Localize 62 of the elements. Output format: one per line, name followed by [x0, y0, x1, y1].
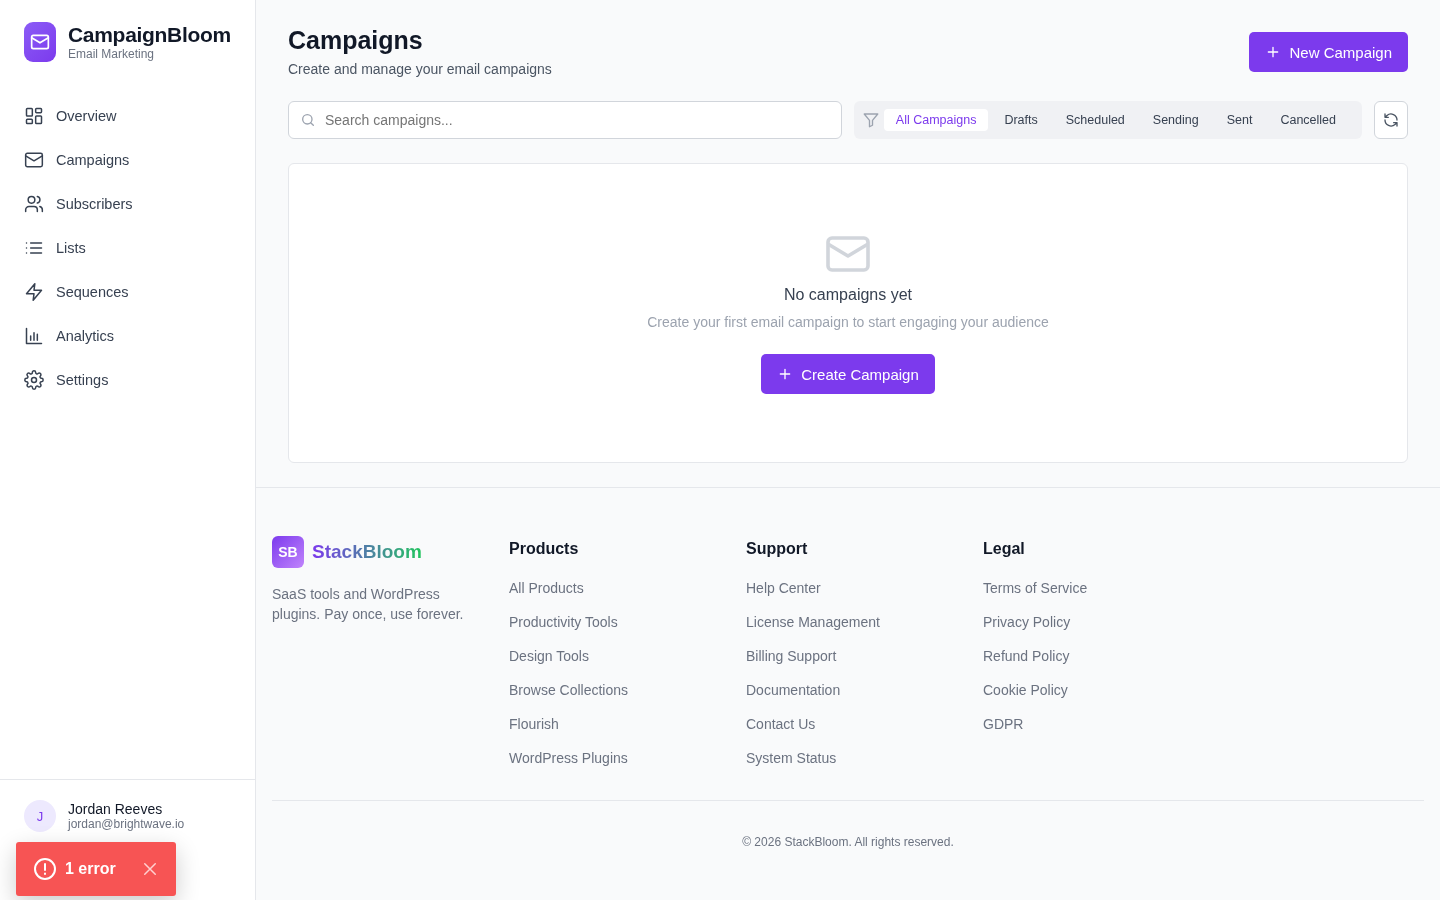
sidebar-item[interactable]: Subscribers: [24, 182, 231, 226]
sidebar-item[interactable]: Lists: [24, 226, 231, 270]
sidebar-item[interactable]: Settings: [24, 358, 231, 402]
footer-link[interactable]: WordPress Plugins: [509, 750, 746, 766]
refresh-icon: [1383, 112, 1399, 128]
footer-link[interactable]: Design Tools: [509, 648, 746, 664]
brand-tagline: Email Marketing: [68, 47, 156, 61]
footer-link[interactable]: System Status: [746, 750, 983, 766]
refresh-button[interactable]: [1374, 101, 1408, 139]
mail-logo-icon: [24, 22, 56, 62]
envelope-icon: [24, 150, 44, 170]
grid-icon: [24, 106, 44, 126]
lightning-icon: [24, 282, 44, 302]
footer-description: SaaS tools and WordPress plugins. Pay once, use forever.: [272, 585, 465, 624]
filter-tab[interactable]: Drafts: [992, 109, 1050, 131]
filter-tab[interactable]: Scheduled: [1053, 109, 1137, 131]
footer-link[interactable]: Flourish: [509, 716, 746, 732]
page-title: Campaigns: [288, 26, 424, 55]
filter-tab[interactable]: Sent: [1214, 109, 1265, 131]
logo-mark: SB: [272, 536, 304, 568]
footer-link[interactable]: Privacy Policy: [983, 614, 1220, 630]
users-icon: [24, 194, 44, 214]
user-email: jordan@brightwave.io: [68, 817, 185, 831]
filter-tab[interactable]: Cancelled: [1268, 109, 1348, 131]
footer-heading: Products: [509, 540, 580, 558]
new-campaign-button[interactable]: New Campaign: [1249, 32, 1408, 72]
footer-link[interactable]: Terms of Service: [983, 580, 1220, 596]
empty-state-text: Create your first email campaign to start engaging your audience: [647, 314, 1049, 330]
footer-link[interactable]: GDPR: [983, 716, 1220, 732]
empty-state-title: No campaigns yet: [783, 286, 913, 304]
user-name: Jordan Reeves: [68, 801, 164, 817]
toast-message: 1 error: [65, 860, 116, 878]
filter-icon: [861, 111, 880, 129]
sidebar-item[interactable]: Sequences: [24, 270, 231, 314]
search-field[interactable]: Search campaigns...: [288, 101, 842, 139]
footer-link[interactable]: Refund Policy: [983, 648, 1220, 664]
sidebar-item[interactable]: Overview: [24, 94, 231, 138]
footer-heading: Support: [746, 540, 809, 558]
bar-chart-icon: [24, 326, 44, 346]
alert-icon: [33, 857, 57, 881]
error-toast[interactable]: 1 error: [16, 842, 176, 896]
footer-link[interactable]: Documentation: [746, 682, 983, 698]
create-campaign-button[interactable]: Create Campaign: [761, 354, 935, 394]
footer-link[interactable]: Browse Collections: [509, 682, 746, 698]
footer-link[interactable]: Help Center: [746, 580, 983, 596]
copyright: © 2026 StackBloom. All rights reserved.: [742, 835, 954, 849]
footer-link[interactable]: Contact Us: [746, 716, 983, 732]
sidebar-item[interactable]: Campaigns: [24, 138, 231, 182]
brand-name: CampaignBloom: [68, 23, 231, 47]
footer-link[interactable]: All Products: [509, 580, 746, 596]
search-icon: [300, 112, 316, 128]
footer-link[interactable]: Productivity Tools: [509, 614, 746, 630]
avatar: J: [24, 800, 56, 832]
filter-tab[interactable]: Sending: [1140, 109, 1211, 131]
footer-link[interactable]: Billing Support: [746, 648, 983, 664]
footer-link[interactable]: Cookie Policy: [983, 682, 1220, 698]
footer-heading: Legal: [983, 540, 1026, 558]
page-subtitle: Create and manage your email campaigns: [288, 61, 552, 77]
footer-link[interactable]: License Management: [746, 614, 983, 630]
filter-tab[interactable]: All Campaigns: [883, 109, 989, 131]
sidebar-item[interactable]: Analytics: [24, 314, 231, 358]
settings-icon: [24, 370, 44, 390]
